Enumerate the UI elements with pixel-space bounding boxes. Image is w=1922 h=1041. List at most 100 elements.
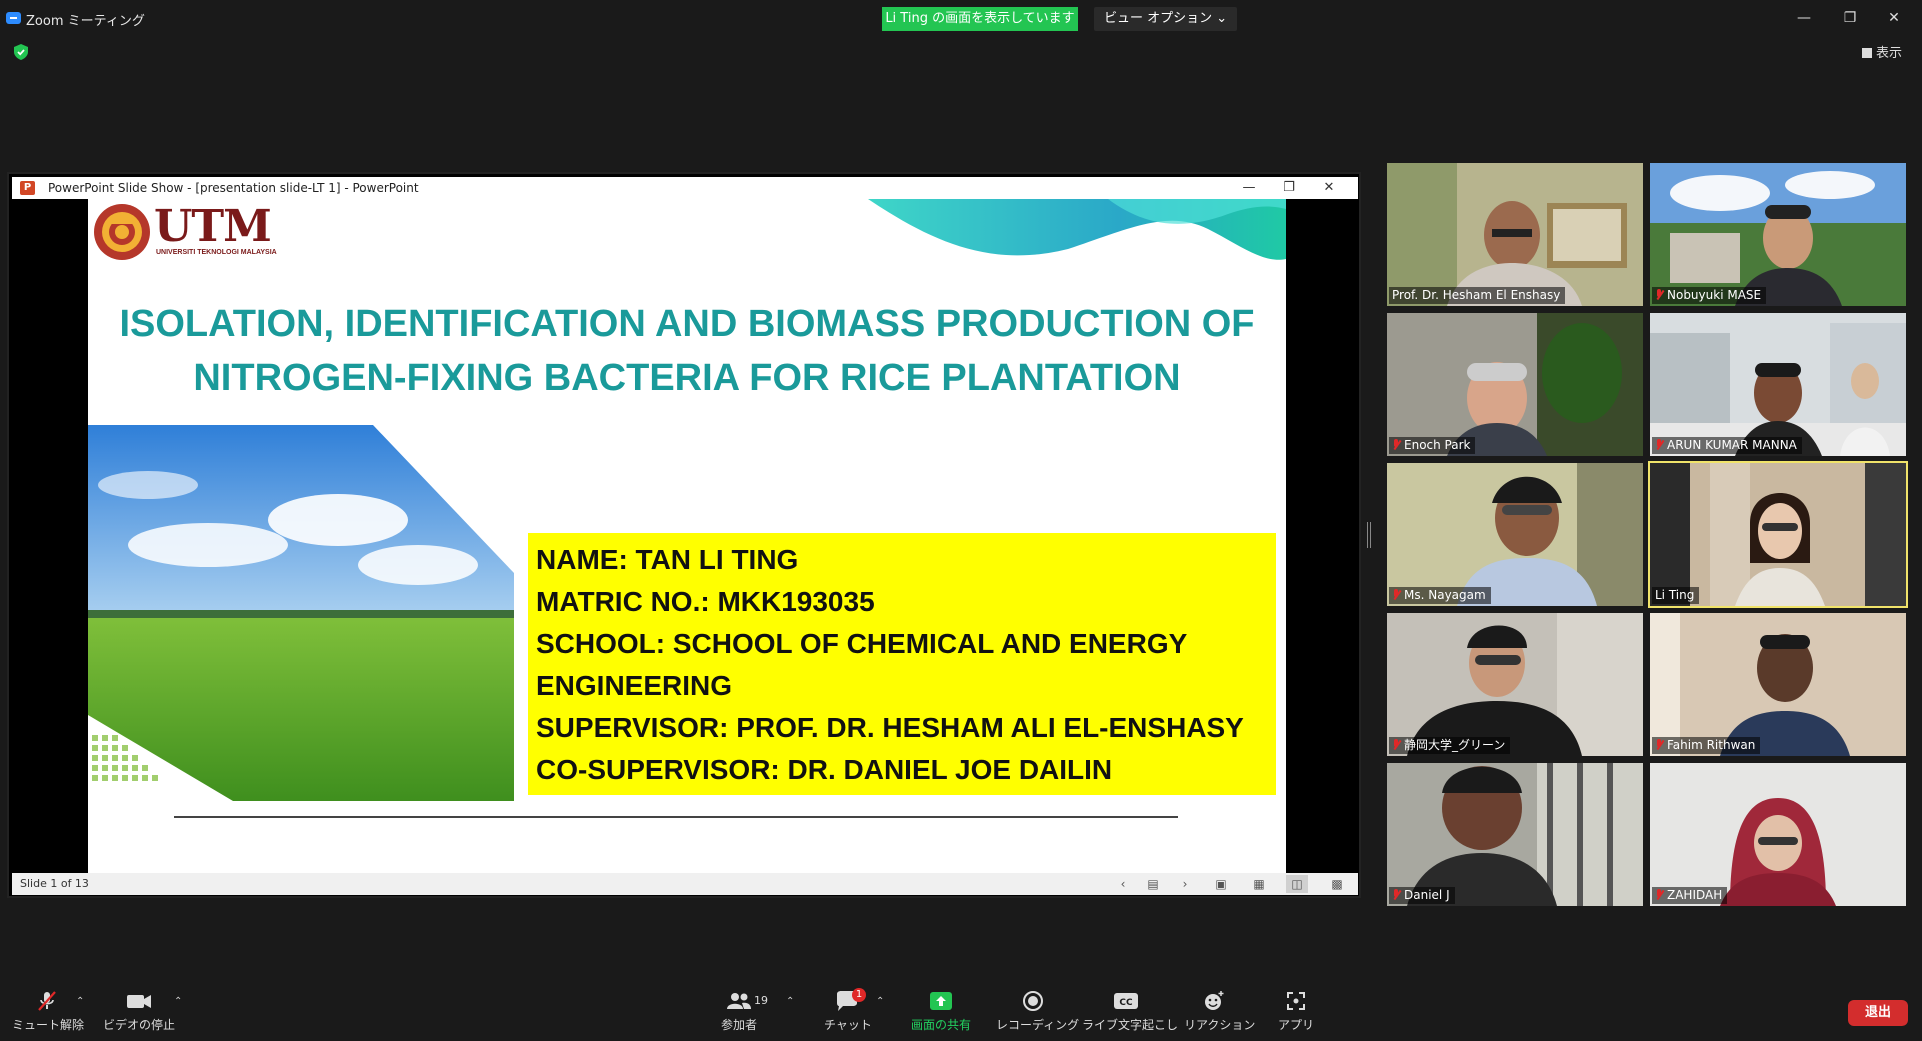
video-feed — [1387, 163, 1643, 306]
participant-tile[interactable]: Daniel J — [1387, 763, 1643, 906]
recording-label: レコーディング — [996, 1018, 1080, 1032]
stop-video-button[interactable]: ビデオの停止 — [102, 990, 176, 1033]
minimize-icon[interactable]: — — [1784, 6, 1824, 30]
participant-nameplate: Ms. Nayagam — [1389, 587, 1491, 604]
participants-options-chevron-icon[interactable]: ⌃ — [786, 996, 794, 1007]
participant-name: ZAHIDAH — [1667, 888, 1723, 902]
panel-splitter[interactable] — [1367, 522, 1371, 548]
ppt-restore-icon[interactable]: ❐ — [1274, 178, 1304, 198]
view-toggle-button[interactable]: 表示 — [1862, 42, 1902, 61]
live-transcript-button[interactable]: CC ライブ文字起こし — [1082, 990, 1178, 1033]
participant-tile[interactable]: ZAHIDAH — [1650, 763, 1906, 906]
muted-mic-icon — [1392, 889, 1400, 900]
info-school-cont: ENGINEERING — [536, 670, 733, 701]
leave-meeting-button[interactable]: 退出 — [1848, 1000, 1908, 1026]
ppt-status-bar: Slide 1 of 13 ‹ ▤ › ▣ ▦ ◫ ▩ — [12, 873, 1358, 895]
zoom-logo-icon — [6, 12, 21, 24]
participant-name: Fahim Rithwan — [1667, 738, 1756, 752]
participant-nameplate: Fahim Rithwan — [1652, 737, 1761, 754]
slideshow-icon[interactable]: ▩ — [1326, 875, 1348, 893]
participant-tile[interactable]: Nobuyuki MASE — [1650, 163, 1906, 306]
participant-tile[interactable]: 静岡大学_グリーン — [1387, 613, 1643, 756]
participant-name: Li Ting — [1655, 588, 1695, 602]
gallery-view-icon — [1862, 48, 1872, 58]
muted-mic-icon — [1392, 589, 1400, 600]
participant-name: Daniel J — [1404, 888, 1450, 902]
smiley-icon — [1205, 991, 1224, 1010]
video-feed — [1387, 763, 1643, 906]
student-info-box: NAME: TAN LI TING MATRIC NO.: MKK193035 … — [528, 533, 1276, 795]
participant-tile[interactable]: Ms. Nayagam — [1387, 463, 1643, 606]
rice-field-image — [88, 425, 514, 801]
presentation-slide: UTM UNIVERSITI TEKNOLOGI MALAYSIA ISOLAT… — [88, 199, 1286, 873]
audio-options-chevron-icon[interactable]: ⌃ — [76, 996, 84, 1007]
participant-tile[interactable]: Fahim Rithwan — [1650, 613, 1906, 756]
chat-unread-badge: 1 — [852, 988, 866, 1002]
restore-icon[interactable]: ❐ — [1830, 6, 1870, 30]
shared-screen: P PowerPoint Slide Show - [presentation … — [7, 172, 1361, 898]
close-icon[interactable]: ✕ — [1874, 6, 1914, 30]
video-feed — [1387, 463, 1643, 606]
participant-name: Nobuyuki MASE — [1667, 288, 1762, 302]
slide-title-line-2: NITROGEN-FIXING BACTERIA FOR RICE PLANTA… — [193, 357, 1181, 399]
muted-mic-icon — [1392, 439, 1400, 450]
muted-microphone-icon — [38, 991, 56, 1011]
video-feed — [1387, 613, 1643, 756]
svg-text:CC: CC — [1119, 998, 1133, 1008]
view-options-button[interactable]: ビュー オプション ⌄ — [1094, 7, 1238, 31]
participant-nameplate: ZAHIDAH — [1652, 887, 1728, 904]
participant-nameplate: Prof. Dr. Hesham El Enshasy — [1389, 287, 1566, 304]
stop-video-label: ビデオの停止 — [102, 1018, 175, 1032]
participant-nameplate: Enoch Park — [1389, 437, 1476, 454]
security-shield-icon[interactable] — [14, 44, 28, 60]
screen-share-banner[interactable]: Li Ting の画面を表示しています — [882, 7, 1078, 31]
unmute-label: ミュート解除 — [12, 1018, 85, 1032]
slide-divider — [174, 816, 1178, 818]
recording-button[interactable]: レコーディング — [996, 990, 1080, 1033]
muted-mic-icon — [1655, 289, 1663, 300]
participant-tile-active-speaker[interactable]: Li Ting — [1648, 461, 1908, 608]
info-supervisor: SUPERVISOR: PROF. DR. HESHAM ALI EL-ENSH… — [536, 712, 1244, 743]
participant-nameplate: Li Ting — [1652, 587, 1700, 604]
video-options-chevron-icon[interactable]: ⌃ — [174, 996, 182, 1007]
record-icon — [1023, 991, 1043, 1011]
info-matric: MATRIC NO.: MKK193035 — [536, 586, 875, 617]
apps-button[interactable]: アプリ — [1278, 990, 1314, 1033]
ppt-close-icon[interactable]: ✕ — [1314, 178, 1344, 198]
participant-name: Prof. Dr. Hesham El Enshasy — [1392, 288, 1561, 302]
normal-view-icon[interactable]: ▣ — [1210, 875, 1232, 893]
window-titlebar: Zoom ミーティング Li Ting の画面を表示しています ビュー オプショ… — [0, 0, 1922, 38]
slide-menu-icon[interactable]: ▤ — [1142, 875, 1164, 893]
prev-slide-icon[interactable]: ‹ — [1112, 875, 1134, 893]
unmute-button[interactable]: ミュート解除 — [12, 990, 85, 1033]
info-name: NAME: TAN LI TING — [536, 544, 799, 575]
share-screen-button[interactable]: 画面の共有 — [906, 990, 976, 1033]
info-school: SCHOOL: SCHOOL OF CHEMICAL AND ENERGY — [536, 628, 1188, 659]
reactions-button[interactable]: リアクション — [1184, 990, 1255, 1033]
ppt-minimize-icon[interactable]: — — [1234, 178, 1264, 198]
next-slide-icon[interactable]: › — [1174, 875, 1196, 893]
participants-label: 参加者 — [720, 1018, 757, 1032]
participant-tile[interactable]: Enoch Park — [1387, 313, 1643, 456]
apps-icon — [1287, 992, 1305, 1010]
utm-logo-text: UTM — [154, 201, 272, 252]
share-screen-icon — [930, 992, 952, 1010]
video-feed — [1387, 313, 1643, 456]
participant-nameplate: ARUN KUMAR MANNA — [1652, 437, 1802, 454]
video-feed — [1650, 463, 1906, 606]
slide-sorter-icon[interactable]: ▦ — [1248, 875, 1270, 893]
muted-mic-icon — [1655, 439, 1663, 450]
info-co-supervisor: CO-SUPERVISOR: DR. DANIEL JOE DAILIN — [536, 754, 1113, 785]
muted-mic-icon — [1655, 889, 1663, 900]
participant-name: ARUN KUMAR MANNA — [1667, 438, 1797, 452]
chat-options-chevron-icon[interactable]: ⌃ — [876, 996, 884, 1007]
video-feed — [1650, 163, 1906, 306]
slide-title: ISOLATION, IDENTIFICATION AND BIOMASS PR… — [88, 297, 1286, 405]
participant-name: 静岡大学_グリーン — [1404, 738, 1506, 752]
participant-tile[interactable]: ARUN KUMAR MANNA — [1650, 313, 1906, 456]
video-feed — [1650, 313, 1906, 456]
participant-nameplate: Daniel J — [1389, 887, 1455, 904]
participant-tile[interactable]: Prof. Dr. Hesham El Enshasy — [1387, 163, 1643, 306]
reading-view-icon[interactable]: ◫ — [1286, 875, 1308, 893]
ppt-window-title: PowerPoint Slide Show - [presentation sl… — [48, 181, 419, 195]
